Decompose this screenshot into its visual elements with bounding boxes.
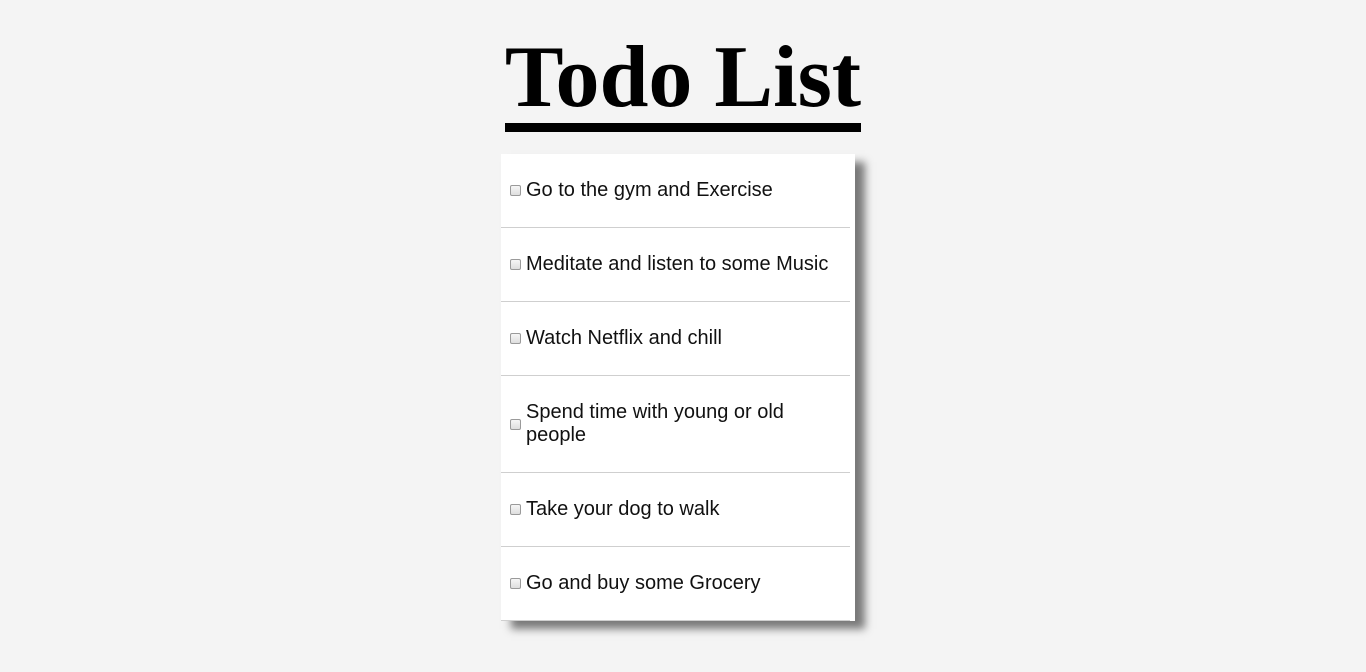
todo-card: Go to the gym and Exercise Meditate and … bbox=[501, 154, 855, 621]
todo-checkbox[interactable] bbox=[510, 333, 521, 344]
todo-label: Meditate and listen to some Music bbox=[526, 253, 829, 275]
todo-label: Watch Netflix and chill bbox=[526, 327, 722, 349]
todo-item[interactable]: Go and buy some Grocery bbox=[501, 547, 850, 621]
page-title-text: Todo List bbox=[504, 34, 862, 132]
todo-list: Go to the gym and Exercise Meditate and … bbox=[501, 154, 850, 621]
todo-label: Go and buy some Grocery bbox=[526, 572, 761, 594]
todo-item[interactable]: Watch Netflix and chill bbox=[501, 302, 850, 376]
todo-checkbox[interactable] bbox=[510, 259, 521, 270]
todo-checkbox[interactable] bbox=[510, 418, 521, 430]
todo-item[interactable]: Take your dog to walk bbox=[501, 473, 850, 547]
todo-item[interactable]: Spend time with young or old people bbox=[501, 376, 850, 473]
todo-label: Take your dog to walk bbox=[526, 498, 720, 520]
todo-label: Go to the gym and Exercise bbox=[526, 179, 773, 201]
todo-checkbox[interactable] bbox=[510, 578, 521, 589]
todo-item[interactable]: Go to the gym and Exercise bbox=[501, 154, 850, 228]
page-title: Todo List bbox=[0, 28, 1366, 132]
todo-label: Spend time with young or old people bbox=[526, 401, 784, 446]
todo-checkbox[interactable] bbox=[510, 504, 521, 515]
todo-checkbox[interactable] bbox=[510, 185, 521, 196]
todo-item[interactable]: Meditate and listen to some Music bbox=[501, 228, 850, 302]
